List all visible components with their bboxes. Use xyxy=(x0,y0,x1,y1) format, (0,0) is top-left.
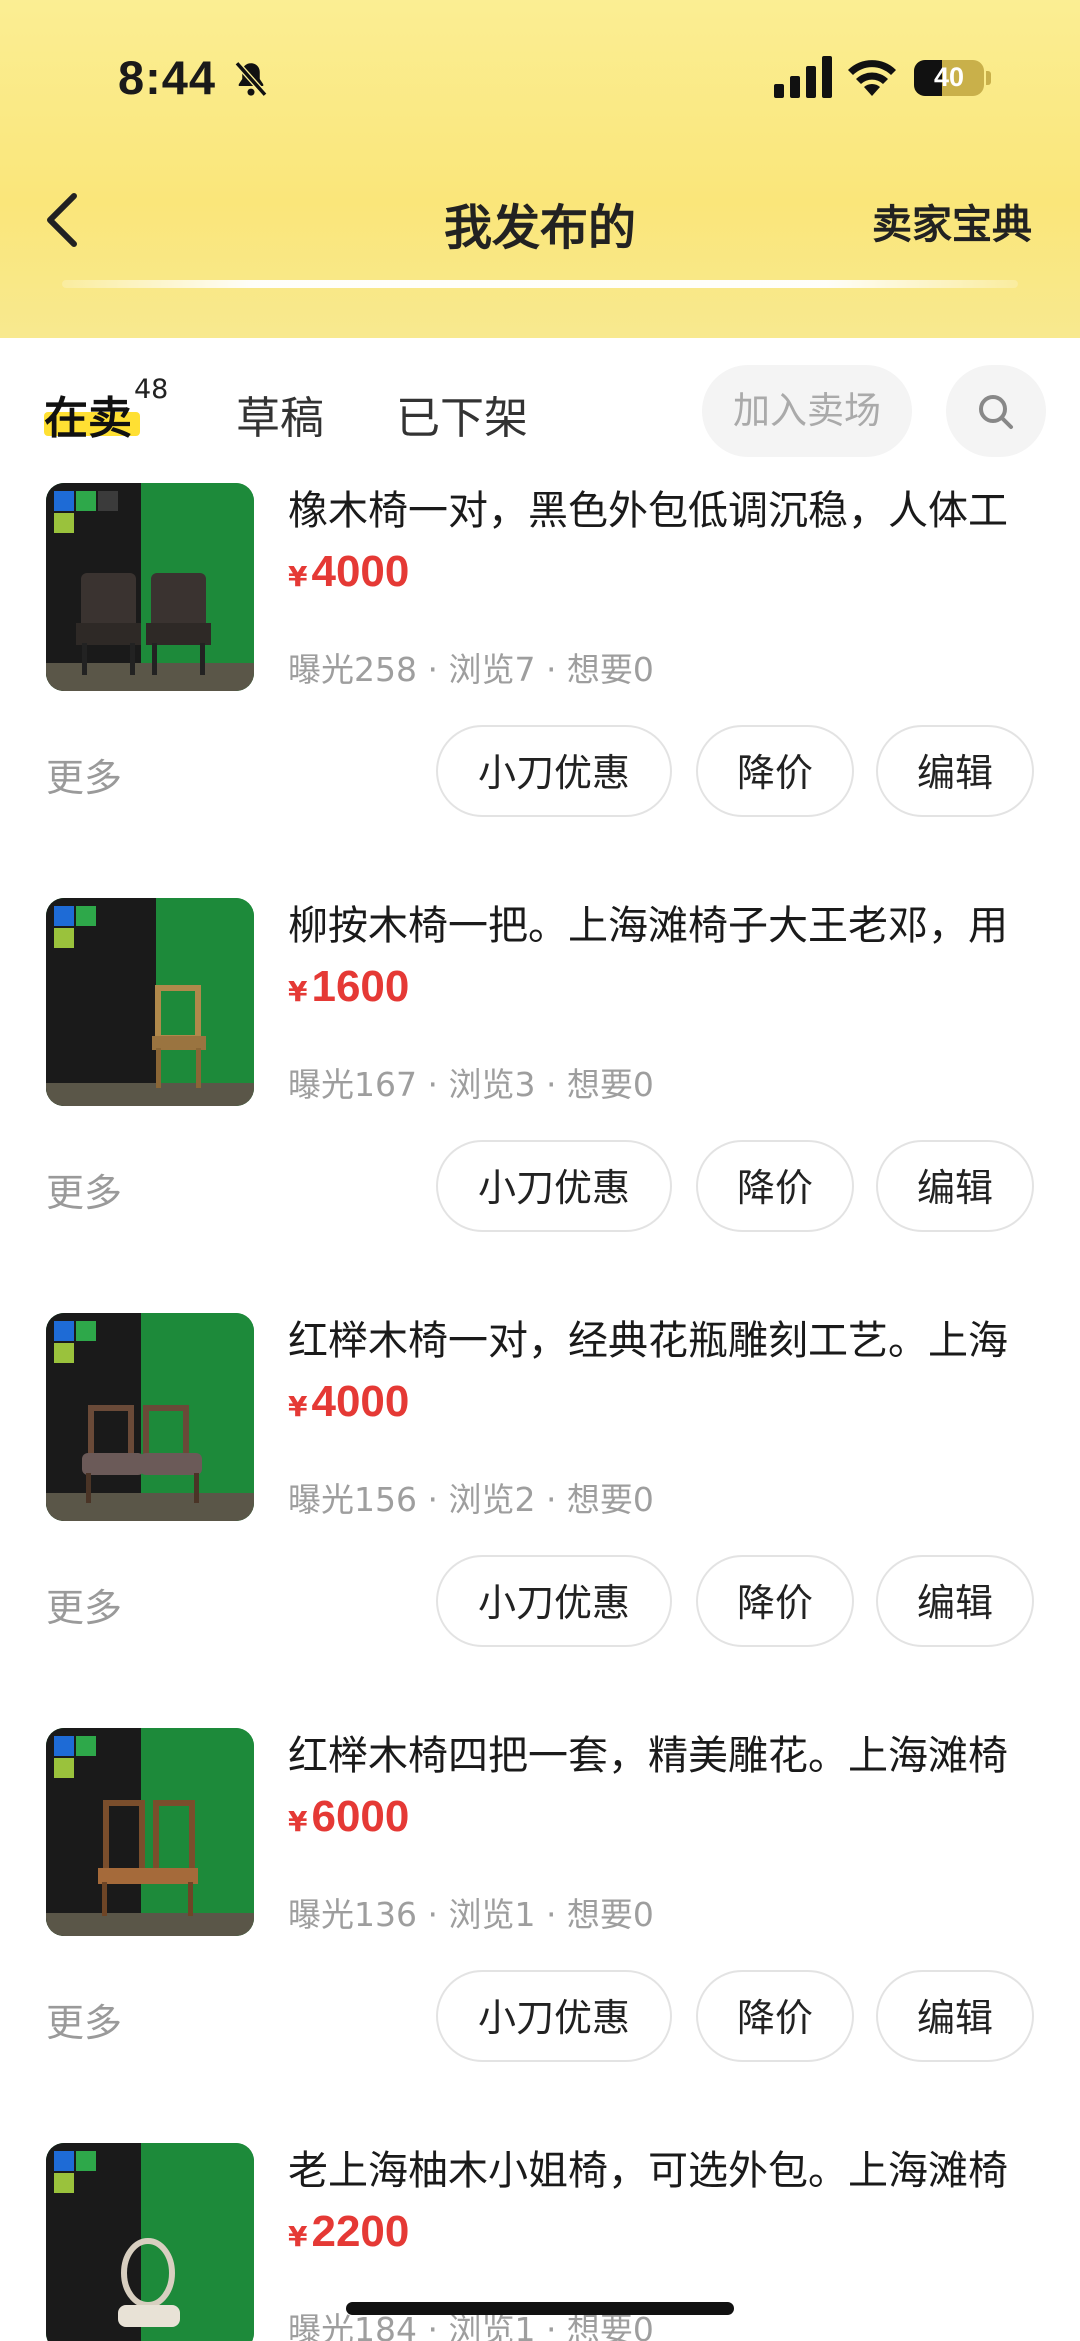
listing-stats: 曝光156 · 浏览2 · 想要0 xyxy=(288,1480,654,1519)
listing-thumbnail[interactable] xyxy=(46,1313,254,1521)
edit-button[interactable]: 编辑 xyxy=(876,1140,1034,1232)
on-sale-count: 48 xyxy=(134,374,169,405)
currency-symbol: ¥ xyxy=(288,560,308,593)
listing-title: 橡木椅一对，黑色外包低调沉稳，人体工 xyxy=(288,488,1008,534)
reduce-price-button[interactable]: 降价 xyxy=(696,725,854,817)
price-value: 1600 xyxy=(311,962,410,1011)
join-market-button[interactable]: 加入卖场 xyxy=(702,365,912,457)
bargain-discount-button[interactable]: 小刀优惠 xyxy=(436,1555,672,1647)
edit-button[interactable]: 编辑 xyxy=(876,725,1034,817)
status-bar: 8:44 40 xyxy=(0,0,1080,160)
reduce-price-button[interactable]: 降价 xyxy=(696,1555,854,1647)
currency-symbol: ¥ xyxy=(288,1805,308,1838)
listing-thumbnail[interactable] xyxy=(46,898,254,1106)
price-value: 6000 xyxy=(311,1792,410,1841)
header-divider xyxy=(62,280,1018,288)
listing-stats: 曝光136 · 浏览1 · 想要0 xyxy=(288,1895,654,1934)
listing-stats: 曝光258 · 浏览7 · 想要0 xyxy=(288,650,654,689)
listing-title: 老上海柚木小姐椅，可选外包。上海滩椅 xyxy=(288,2148,1008,2194)
listing-price: ¥2200 xyxy=(288,2207,409,2257)
listing-price: ¥6000 xyxy=(288,1792,409,1842)
cellular-signal-icon xyxy=(774,56,832,98)
bargain-discount-button[interactable]: 小刀优惠 xyxy=(436,1970,672,2062)
currency-symbol: ¥ xyxy=(288,2220,308,2253)
wifi-icon xyxy=(848,60,896,96)
listing-price: ¥1600 xyxy=(288,962,409,1012)
status-time: 8:44 xyxy=(118,51,217,104)
seller-guide-link[interactable]: 卖家宝典 xyxy=(872,192,1032,250)
listing-item[interactable]: 红榉木椅四把一套，精美雕花。上海滩椅 ¥6000 曝光136 · 浏览1 · 想… xyxy=(0,1728,1080,2143)
reduce-price-button[interactable]: 降价 xyxy=(696,1140,854,1232)
listing-price: ¥4000 xyxy=(288,547,409,597)
listing-title: 红榉木椅四把一套，精美雕花。上海滩椅 xyxy=(288,1733,1008,1779)
listing-thumbnail[interactable] xyxy=(46,483,254,691)
home-indicator[interactable] xyxy=(346,2302,734,2315)
listing-title: 柳按木椅一把。上海滩椅子大王老邓，用 xyxy=(288,903,1008,949)
listing-item[interactable]: 红榉木椅一对，经典花瓶雕刻工艺。上海 ¥4000 曝光156 · 浏览2 · 想… xyxy=(0,1313,1080,1728)
edit-button[interactable]: 编辑 xyxy=(876,1970,1034,2062)
tab-delisted[interactable]: 已下架 xyxy=(396,382,528,446)
more-button[interactable]: 更多 xyxy=(46,1577,122,1632)
listing-title: 红榉木椅一对，经典花瓶雕刻工艺。上海 xyxy=(288,1318,1008,1364)
price-value: 4000 xyxy=(311,547,410,596)
currency-symbol: ¥ xyxy=(288,975,308,1008)
more-button[interactable]: 更多 xyxy=(46,747,122,802)
search-button[interactable] xyxy=(946,365,1046,457)
tab-bar xyxy=(0,338,1080,478)
price-value: 4000 xyxy=(311,1377,410,1426)
tab-drafts[interactable]: 草稿 xyxy=(236,382,324,446)
listing-item[interactable]: 橡木椅一对，黑色外包低调沉稳，人体工 ¥4000 曝光258 · 浏览7 · 想… xyxy=(0,483,1080,898)
search-icon xyxy=(979,395,1013,429)
battery-level: 40 xyxy=(933,62,965,92)
price-value: 2200 xyxy=(311,2207,410,2256)
listing-item[interactable]: 柳按木椅一把。上海滩椅子大王老邓，用 ¥1600 曝光167 · 浏览3 · 想… xyxy=(0,898,1080,1313)
edit-button[interactable]: 编辑 xyxy=(876,1555,1034,1647)
tab-on-sale[interactable]: 在卖 xyxy=(44,382,132,446)
listing-stats: 曝光167 · 浏览3 · 想要0 xyxy=(288,1065,654,1104)
bargain-discount-button[interactable]: 小刀优惠 xyxy=(436,1140,672,1232)
more-button[interactable]: 更多 xyxy=(46,1992,122,2047)
battery-cap xyxy=(986,71,991,85)
battery-icon: 40 xyxy=(914,60,984,96)
bell-slash-icon xyxy=(234,61,268,97)
bargain-discount-button[interactable]: 小刀优惠 xyxy=(436,725,672,817)
listing-thumbnail[interactable] xyxy=(46,1728,254,1936)
header: 8:44 40 我发布的 卖家宝典 xyxy=(0,0,1080,338)
reduce-price-button[interactable]: 降价 xyxy=(696,1970,854,2062)
more-button[interactable]: 更多 xyxy=(46,1162,122,1217)
currency-symbol: ¥ xyxy=(288,1390,308,1423)
listing-thumbnail[interactable] xyxy=(46,2143,254,2341)
listing-price: ¥4000 xyxy=(288,1377,409,1427)
